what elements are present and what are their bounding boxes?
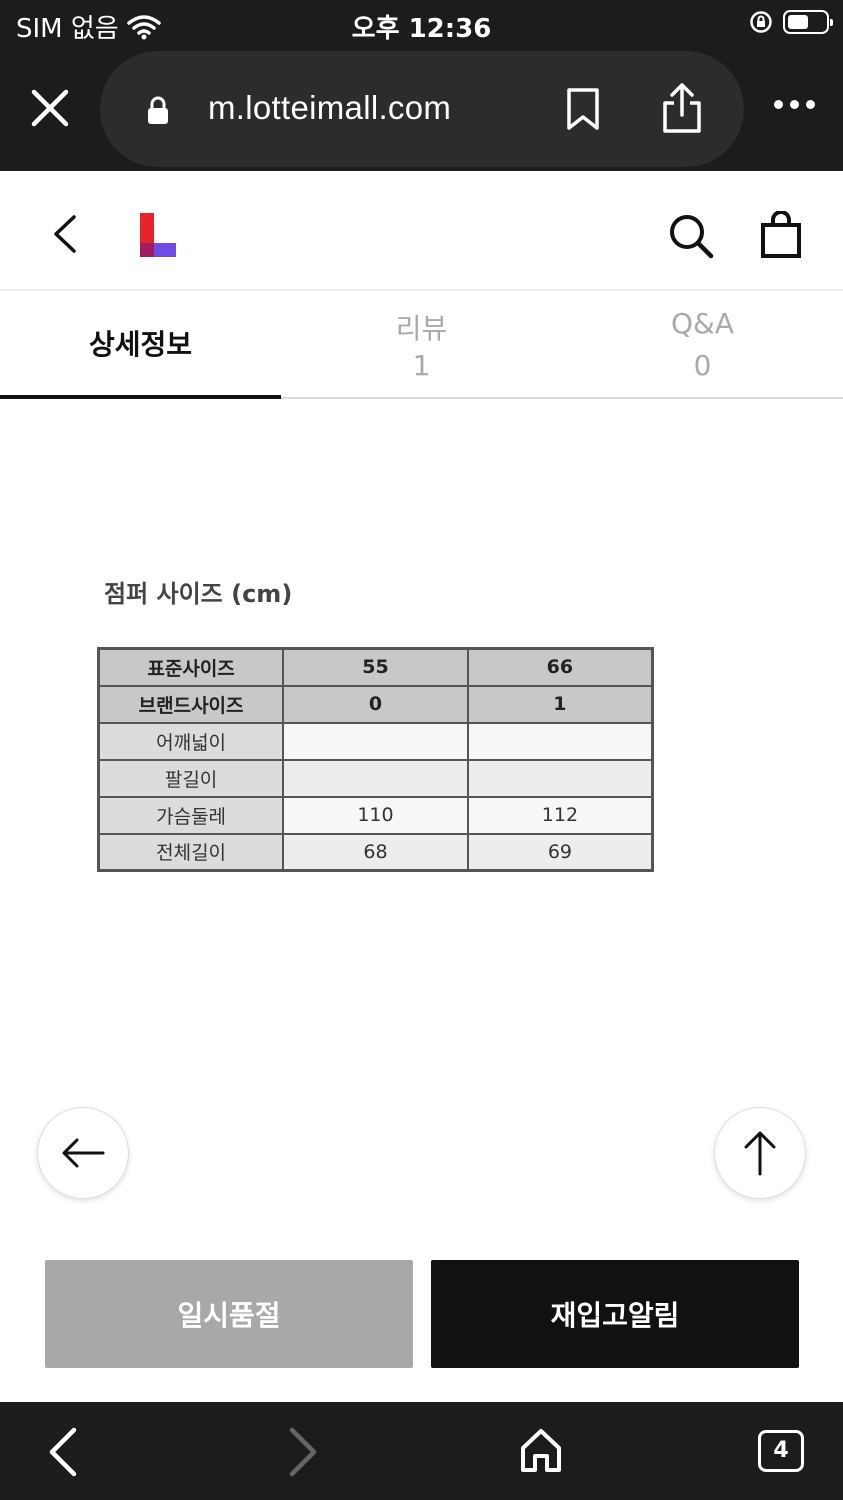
table-cell: 69 [466, 832, 654, 872]
tabs-count-button[interactable]: 4 [758, 1430, 804, 1472]
product-tabs: 상세정보 리뷰 1 Q&A 0 [0, 291, 843, 399]
purchase-action-bar: 일시품절 재입고알림 [0, 1222, 843, 1402]
status-bar: SIM 없음 오후 12:36 [0, 0, 843, 48]
bookmark-icon[interactable] [565, 87, 601, 131]
status-time: 오후 12:36 [351, 14, 492, 44]
battery-icon [783, 10, 833, 34]
tab-detail[interactable]: 상세정보 [0, 291, 281, 399]
browser-back-icon[interactable] [44, 1426, 84, 1478]
lotte-logo[interactable] [140, 213, 180, 257]
table-cell: 표준사이즈 [97, 647, 285, 687]
table-cell: 1 [466, 684, 654, 724]
table-cell: 전체길이 [97, 832, 285, 872]
table-row: 표준사이즈 55 66 [97, 647, 654, 687]
shopping-bag-icon[interactable] [760, 211, 802, 259]
tab-review-label: 리뷰 [395, 312, 448, 345]
table-row: 가슴둘레 110 112 [97, 795, 654, 835]
address-bar[interactable]: m.lotteimall.com [100, 51, 744, 167]
url-text: m.lotteimall.com [208, 89, 452, 126]
table-cell [282, 721, 469, 761]
home-icon[interactable] [518, 1426, 564, 1474]
size-chart-title: 점퍼 사이즈 (cm) [104, 580, 293, 608]
table-cell: 110 [282, 795, 469, 835]
tab-review[interactable]: 리뷰 1 [281, 291, 562, 397]
browser-forward-icon[interactable] [282, 1426, 322, 1478]
table-row: 전체길이 68 69 [97, 832, 654, 872]
table-cell: 0 [282, 684, 469, 724]
tab-qna-label: Q&A [670, 307, 735, 340]
lock-icon [148, 96, 168, 124]
close-icon[interactable] [28, 86, 72, 130]
table-cell [466, 758, 654, 798]
back-chevron-icon[interactable] [48, 211, 82, 257]
browser-bottom-toolbar: 4 [0, 1402, 843, 1500]
search-icon[interactable] [668, 213, 714, 259]
float-back-button[interactable] [37, 1107, 129, 1199]
rotation-lock-icon [750, 11, 772, 33]
soldout-button[interactable]: 일시품절 [45, 1260, 413, 1368]
site-header [0, 171, 843, 291]
table-row: 브랜드사이즈 0 1 [97, 684, 654, 724]
tab-qna[interactable]: Q&A 0 [562, 291, 843, 397]
url-row: m.lotteimall.com [0, 48, 843, 171]
status-right [749, 10, 833, 34]
table-cell: 어깨넓이 [97, 721, 285, 761]
tab-qna-count: 0 [693, 349, 712, 382]
arrow-left-icon [62, 1138, 105, 1168]
table-cell [282, 758, 469, 798]
table-cell: 55 [282, 647, 469, 687]
size-chart-table: 표준사이즈 55 66 브랜드사이즈 0 1 어깨넓이 팔길이 가슴둘레 110… [97, 647, 654, 872]
table-cell: 66 [466, 647, 654, 687]
table-cell [466, 721, 654, 761]
scroll-top-button[interactable] [714, 1107, 806, 1199]
browser-top-chrome: SIM 없음 오후 12:36 m.lotteimall.com [0, 0, 843, 171]
share-icon[interactable] [660, 81, 704, 135]
tab-review-count: 1 [412, 349, 431, 382]
tab-detail-label: 상세정보 [88, 328, 193, 361]
arrow-up-icon [744, 1131, 776, 1176]
restock-alert-button[interactable]: 재입고알림 [431, 1260, 799, 1368]
table-cell: 68 [282, 832, 469, 872]
detail-content: 점퍼 사이즈 (cm) 표준사이즈 55 66 브랜드사이즈 0 1 어깨넓이 … [0, 400, 843, 1222]
table-cell: 브랜드사이즈 [97, 684, 285, 724]
more-icon[interactable] [774, 100, 815, 109]
table-cell: 팔길이 [97, 758, 285, 798]
table-row: 어깨넓이 [97, 721, 654, 761]
table-row: 팔길이 [97, 758, 654, 798]
table-cell: 가슴둘레 [97, 795, 285, 835]
table-cell: 112 [466, 795, 654, 835]
